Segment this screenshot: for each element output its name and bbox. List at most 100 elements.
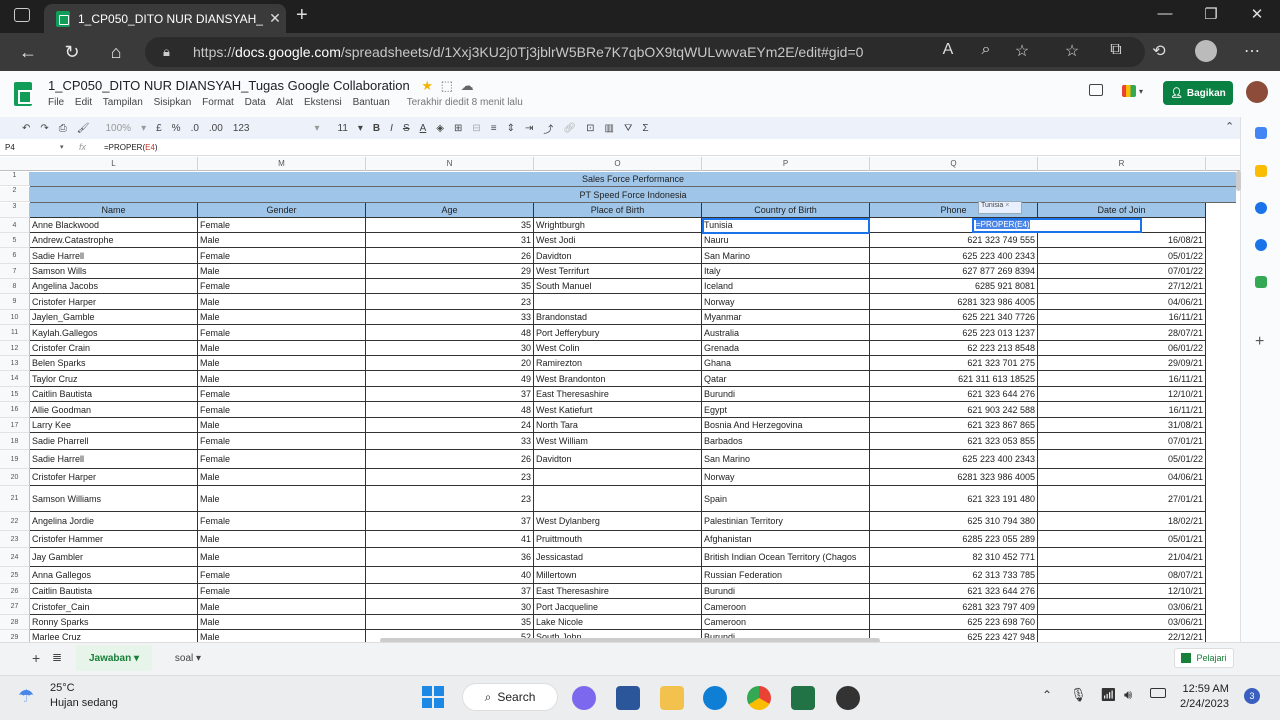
table-cell[interactable]: 35 (366, 615, 534, 630)
column-header[interactable]: R (1038, 157, 1206, 171)
table-cell[interactable]: Female (198, 433, 366, 450)
table-cell[interactable]: Jessicastad (534, 548, 702, 567)
notification-badge[interactable]: 3 (1244, 688, 1260, 704)
teams-chat-icon[interactable] (572, 686, 596, 710)
table-cell[interactable]: Wrightburgh (534, 218, 702, 233)
table-cell[interactable]: 16/08/21 (1038, 233, 1206, 248)
maps-icon[interactable] (1255, 276, 1267, 288)
wrap-icon[interactable]: ⇥ (525, 123, 533, 134)
table-cell[interactable]: Male (198, 469, 366, 486)
table-cell[interactable]: Russian Federation (702, 567, 870, 584)
sheets-logo-icon[interactable] (14, 82, 32, 106)
table-cell[interactable]: 07/01/22 (1038, 264, 1206, 279)
table-cell[interactable]: 21/04/21 (1038, 548, 1206, 567)
table-cell[interactable]: 28/07/21 (1038, 325, 1206, 341)
font-select[interactable]: ▾ (260, 123, 319, 134)
table-cell[interactable]: Sadie Harrell (30, 248, 198, 264)
table-cell[interactable]: 16/11/21 (1038, 402, 1206, 418)
table-cell[interactable]: Caitlin Bautista (30, 584, 198, 599)
table-cell[interactable]: Larry Kee (30, 418, 198, 433)
row-number[interactable]: 18 (0, 433, 30, 450)
table-cell[interactable]: 03/06/21 (1038, 615, 1206, 630)
table-cell[interactable]: 26 (366, 450, 534, 469)
table-cell[interactable]: Female (198, 450, 366, 469)
table-cell[interactable]: 35 (366, 218, 534, 233)
table-cell[interactable]: Female (198, 248, 366, 264)
row-number[interactable]: 1 (0, 172, 30, 186)
zoom-dropdown-icon[interactable]: ▾ (141, 123, 146, 134)
table-cell[interactable]: 27/01/21 (1038, 486, 1206, 512)
font-size-select[interactable]: 11 (338, 123, 348, 134)
table-cell[interactable]: Male (198, 356, 366, 371)
tab-actions-icon[interactable] (14, 8, 30, 22)
row-number[interactable]: 7 (0, 264, 30, 279)
move-icon[interactable]: ⬚ (441, 78, 453, 93)
table-cell[interactable]: 05/01/22 (1038, 450, 1206, 469)
column-title[interactable]: Country of Birth (702, 203, 870, 218)
table-cell[interactable]: Spain (702, 486, 870, 512)
edge-icon[interactable] (703, 686, 727, 710)
start-icon[interactable] (422, 686, 444, 708)
table-cell[interactable]: Female (198, 279, 366, 294)
row-number[interactable]: 4 (0, 218, 30, 233)
table-cell[interactable]: South Manuel (534, 279, 702, 294)
zoom-select[interactable]: 100% (105, 123, 131, 134)
menu-tools[interactable]: Alat (276, 97, 293, 108)
table-cell[interactable]: Burundi (702, 584, 870, 599)
table-cell[interactable]: 33 (366, 433, 534, 450)
comment-history-icon[interactable] (1089, 84, 1103, 96)
table-cell[interactable]: Ghana (702, 356, 870, 371)
table-cell[interactable]: Bosnia And Herzegovina (702, 418, 870, 433)
table-cell[interactable]: Sadie Pharrell (30, 433, 198, 450)
table-cell[interactable]: Male (198, 548, 366, 567)
table-cell[interactable]: West Terrifurt (534, 264, 702, 279)
table-cell[interactable]: Myanmar (702, 310, 870, 325)
table-cell[interactable]: 23 (366, 469, 534, 486)
history-icon[interactable]: ⟲ (1147, 41, 1171, 61)
row-number[interactable]: 20 (0, 469, 30, 486)
merge-cells-icon[interactable]: ⊟ (472, 123, 480, 134)
table-cell[interactable]: Jaylen_Gamble (30, 310, 198, 325)
table-cell[interactable]: 07/01/21 (1038, 433, 1206, 450)
table-cell[interactable]: Millertown (534, 567, 702, 584)
table-cell[interactable]: 23 (366, 294, 534, 310)
microphone-icon[interactable]: 🎙︎ (1070, 687, 1087, 703)
table-cell[interactable]: 621 323 053 855 (870, 433, 1038, 450)
table-cell[interactable]: 12/10/21 (1038, 387, 1206, 402)
print-icon[interactable]: ⎙ (59, 123, 67, 134)
table-cell[interactable]: 08/07/21 (1038, 567, 1206, 584)
table-cell[interactable]: 05/01/21 (1038, 531, 1206, 548)
table-cell[interactable]: Angelina Jordie (30, 512, 198, 531)
table-cell[interactable]: Brandonstad (534, 310, 702, 325)
table-cell[interactable]: Port Jefferybury (534, 325, 702, 341)
table-cell[interactable]: 625 223 698 760 (870, 615, 1038, 630)
table-cell[interactable]: 16/11/21 (1038, 371, 1206, 387)
table-cell[interactable]: 29 (366, 264, 534, 279)
table-cell[interactable]: Female (198, 325, 366, 341)
strikethrough-button[interactable]: S (403, 123, 410, 134)
table-cell[interactable]: 16/11/21 (1038, 310, 1206, 325)
column-title[interactable]: Date of Join (1038, 203, 1206, 218)
table-cell[interactable]: Burundi (702, 387, 870, 402)
table-cell[interactable]: Pruittmouth (534, 531, 702, 548)
row-number[interactable]: 3 (0, 203, 30, 218)
column-title[interactable]: Age (366, 203, 534, 218)
read-aloud-icon[interactable]: A (936, 41, 960, 59)
table-cell[interactable]: West Colin (534, 341, 702, 356)
table-cell[interactable]: Male (198, 294, 366, 310)
menu-file[interactable]: File (48, 97, 64, 108)
borders-icon[interactable]: ⊞ (454, 123, 462, 134)
valign-icon[interactable]: ⇕ (507, 123, 515, 134)
table-cell[interactable]: 48 (366, 402, 534, 418)
table-cell[interactable]: Afghanistan (702, 531, 870, 548)
cell-editor[interactable]: =PROPER(E4) (972, 218, 1142, 233)
italic-button[interactable]: I (390, 123, 393, 134)
table-cell[interactable]: Ronny Sparks (30, 615, 198, 630)
table-cell[interactable]: Male (198, 486, 366, 512)
table-cell[interactable]: 24 (366, 418, 534, 433)
table-cell[interactable]: 40 (366, 567, 534, 584)
table-cell[interactable]: Male (198, 615, 366, 630)
all-sheets-icon[interactable]: ≣ (52, 650, 62, 664)
table-cell[interactable]: 6281 323 986 4005 (870, 294, 1038, 310)
paint-format-icon[interactable]: 🖌︎ (77, 123, 90, 134)
